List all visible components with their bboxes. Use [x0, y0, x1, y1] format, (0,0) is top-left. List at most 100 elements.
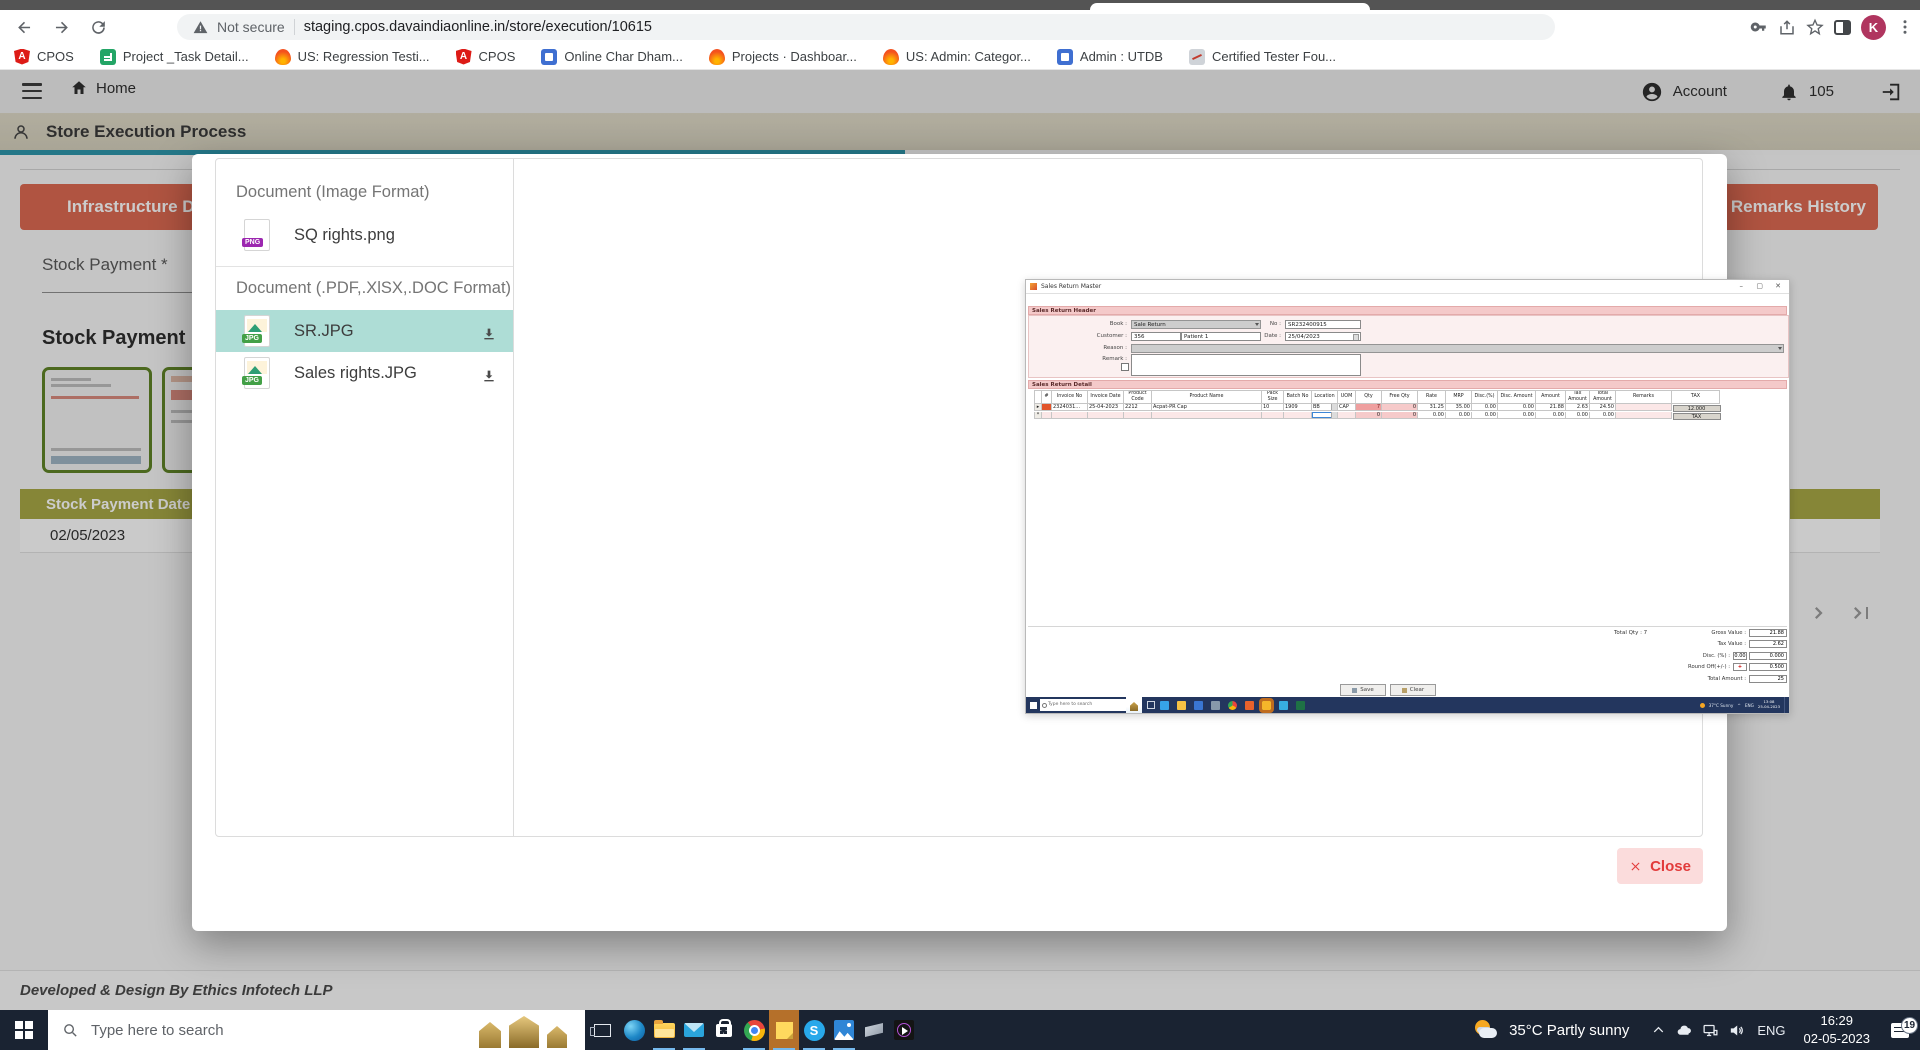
side-panel-icon[interactable] — [1834, 20, 1851, 35]
sr-grid-column-header: Batch No — [1284, 390, 1312, 404]
bookmark-star-icon[interactable] — [1806, 18, 1824, 36]
browser-tab[interactable] — [1090, 3, 1370, 10]
sr-total-label: Total Amount : — [1708, 676, 1746, 682]
file-list-divider — [216, 266, 513, 267]
bookmark-label: Projects · Dashboar... — [732, 49, 857, 64]
download-button[interactable] — [481, 368, 497, 389]
share-icon[interactable] — [1778, 18, 1796, 36]
bookmark-favicon-flame — [709, 49, 725, 65]
taskbar-app-skype[interactable] — [799, 1010, 829, 1050]
sr-grid-column-header: Invoice Date — [1088, 390, 1124, 404]
sr-total-row: Disc. (%) :0.000.000 — [1597, 651, 1787, 660]
sr-grid-cell: 0 — [1356, 412, 1382, 419]
sr-temple-logo — [1126, 697, 1142, 713]
taskbar-app-mail[interactable] — [679, 1010, 709, 1050]
bookmark-item[interactable]: US: Regression Testi... — [275, 49, 430, 65]
sr-grid-cell: 0 — [1382, 404, 1418, 411]
taskbar-app-store[interactable] — [709, 1010, 739, 1050]
sr-grid-cell: 0.00 — [1498, 404, 1536, 411]
taskbar-app-snip[interactable] — [859, 1010, 889, 1050]
store-icon — [716, 1024, 732, 1037]
browser-toolbar: Not secure staging.cpos.davaindiaonline.… — [0, 10, 1920, 44]
sr-grid-column-header: Location — [1312, 390, 1338, 404]
sr-app-icon — [1030, 283, 1037, 290]
download-button[interactable] — [481, 326, 497, 347]
download-icon — [481, 326, 497, 342]
sr-grid-column-header: Pack Size — [1262, 390, 1284, 404]
tray-chevron-icon[interactable] — [1645, 1022, 1671, 1039]
close-button[interactable]: Close — [1617, 848, 1703, 884]
not-secure-icon — [193, 20, 208, 35]
weather-widget[interactable]: 35°C Partly sunny — [1473, 1019, 1645, 1041]
sr-taskbar-icon-photos — [1211, 701, 1220, 710]
bookmark-item[interactable]: Projects · Dashboar... — [709, 49, 857, 65]
sr-total-row: Tax Value :2.62 — [1597, 640, 1787, 649]
taskbar-app-explorer[interactable] — [649, 1010, 679, 1050]
document-preview-area: Sales Return Master – ▢ ✕ Sales Return H… — [514, 159, 1702, 836]
bookmark-item[interactable]: Online Char Dham... — [541, 49, 683, 65]
screen: Not secure staging.cpos.davaindiaonline.… — [0, 0, 1920, 1050]
language-indicator[interactable]: ENG — [1749, 1023, 1793, 1038]
bookmark-item[interactable]: CPOS — [456, 49, 516, 65]
volume-icon[interactable] — [1723, 1022, 1749, 1039]
edge-icon — [624, 1020, 645, 1041]
sr-clear-icon — [1402, 688, 1407, 693]
sr-remark-label: Remark : — [1087, 356, 1127, 362]
forward-button[interactable] — [49, 15, 73, 39]
taskbar-app-notes[interactable] — [769, 1010, 799, 1050]
clock-time: 16:29 — [1820, 1013, 1853, 1028]
bookmark-favicon-angular — [456, 49, 472, 65]
sr-total-row: Total Amount :25 — [1597, 674, 1787, 683]
profile-avatar[interactable]: K — [1861, 15, 1886, 40]
start-button[interactable] — [0, 1010, 48, 1050]
network-icon[interactable] — [1697, 1022, 1723, 1039]
download-icon — [481, 368, 497, 384]
task-view-button[interactable] — [585, 1010, 619, 1050]
sr-grid-cell: Acpat-PR Cap — [1152, 404, 1262, 411]
bookmark-item[interactable]: US: Admin: Categor... — [883, 49, 1031, 65]
sr-total-value: 0.500 — [1749, 663, 1787, 671]
bookmark-item[interactable]: Certified Tester Fou... — [1189, 49, 1336, 65]
reload-button[interactable] — [86, 15, 110, 39]
taskbar-search[interactable] — [48, 1010, 585, 1050]
search-input[interactable] — [89, 1021, 373, 1040]
back-button[interactable] — [12, 15, 36, 39]
password-key-icon[interactable] — [1750, 18, 1768, 36]
taskbar-app-photos[interactable] — [829, 1010, 859, 1050]
taskbar-app-chrome[interactable] — [739, 1010, 769, 1050]
action-center-button[interactable]: 19 — [1880, 1023, 1920, 1038]
sr-date-input: 25/04/2023 — [1285, 332, 1361, 341]
browser-menu-icon[interactable] — [1896, 18, 1914, 36]
documents-modal: Document (Image Format) PNGSQ rights.png… — [192, 154, 1727, 931]
sr-grid-cell: BB — [1312, 404, 1338, 411]
sr-close-icon: ✕ — [1775, 281, 1781, 291]
security-label: Not secure — [217, 19, 285, 35]
sr-grid-cell: 0 — [1382, 412, 1418, 419]
taskbar-clock[interactable]: 16:29 02-05-2023 — [1794, 1012, 1881, 1047]
file-item[interactable]: JPGSR.JPG — [216, 310, 513, 352]
windows-logo-icon — [15, 1021, 33, 1039]
close-label: Close — [1650, 858, 1691, 875]
bookmark-item[interactable]: Admin : UTDB — [1057, 49, 1163, 65]
chrome-icon — [744, 1020, 765, 1041]
sr-book-label: Book : — [1087, 321, 1127, 327]
bookmark-item[interactable]: Project _Task Detail... — [100, 49, 249, 65]
file-item[interactable]: JPGSales rights.JPG — [216, 352, 513, 394]
sr-taskbar-icon-firefox — [1245, 701, 1254, 710]
reload-icon — [89, 18, 108, 37]
sr-taskbar-icon-skype — [1279, 701, 1288, 710]
sr-total-label: Tax Value : — [1718, 641, 1746, 647]
url-bar[interactable]: Not secure staging.cpos.davaindiaonline.… — [177, 14, 1555, 40]
sr-grid-cell — [1088, 412, 1124, 419]
onedrive-cloud-icon[interactable] — [1671, 1022, 1697, 1039]
app-area: Home Account 105 Store Execution Process… — [0, 70, 1920, 1010]
sr-grid-cell — [1042, 412, 1052, 419]
bookmark-favicon-bluesq — [1057, 49, 1073, 65]
bookmark-item[interactable]: CPOS — [14, 49, 74, 65]
sr-grid-cell — [1124, 412, 1152, 419]
sr-grid-cell — [1042, 404, 1052, 411]
file-item[interactable]: PNGSQ rights.png — [216, 214, 513, 256]
taskbar-app-movies[interactable] — [889, 1010, 919, 1050]
sr-grid-cell: 0.00 — [1498, 412, 1536, 419]
taskbar-app-edge[interactable] — [619, 1010, 649, 1050]
